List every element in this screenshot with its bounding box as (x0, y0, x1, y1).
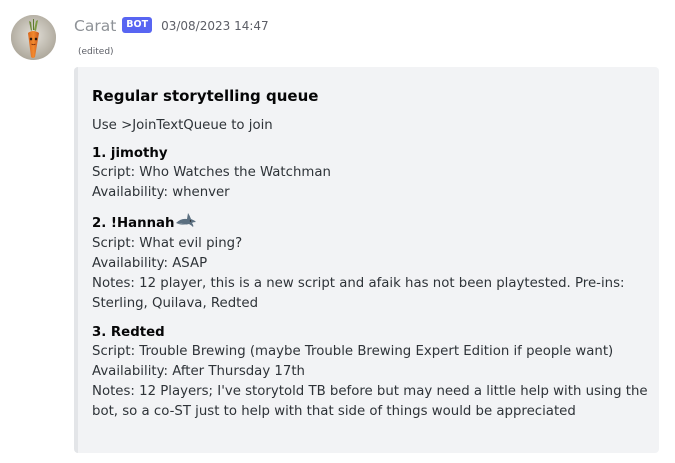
embed-field: 1. jimothy Script: Who Watches the Watch… (92, 144, 645, 203)
carrot-avatar-image (11, 15, 56, 60)
edited-indicator: (edited) (78, 47, 114, 57)
message-header: Carat BOT 03/08/2023 14:47 (74, 15, 269, 37)
embed: Regular storytelling queue Use >JoinText… (74, 67, 659, 453)
field-line: Sterling, Quilava, Redted (92, 296, 259, 311)
field-line: Availability: ASAP (92, 256, 208, 271)
bot-badge: BOT (122, 17, 153, 33)
field-line: Notes: 12 player, this is a new script a… (92, 276, 625, 291)
chat-message: Carat BOT 03/08/2023 14:47 (edited) Regu… (0, 0, 675, 463)
field-line: Script: Who Watches the Watchman (92, 165, 331, 180)
field-line: Script: What evil ping? (92, 236, 243, 251)
field-name: 3. Redted (92, 325, 165, 340)
field-line: Script: Trouble Brewing (maybe Trouble B… (92, 344, 614, 359)
embed-field: 3. Redted Script: Trouble Brewing (maybe… (92, 323, 648, 422)
field-name: 1. jimothy (92, 146, 168, 161)
embed-description: Use >JoinTextQueue to join (92, 118, 273, 133)
field-line: bot, so a co-ST just to help with that s… (92, 404, 576, 419)
embed-field: 2. !Hannah Script: What evil ping? Avail… (92, 212, 645, 314)
field-line: Availability: After Thursday 17th (92, 364, 305, 379)
field-line: Availability: whenver (92, 185, 230, 200)
avatar[interactable] (11, 15, 56, 60)
field-name-with-emoji: 2. !Hannah (92, 212, 645, 234)
embed-title: Regular storytelling queue (92, 87, 319, 105)
timestamp[interactable]: 03/08/2023 14:47 (161, 19, 269, 33)
field-line: Notes: 12 Players; I've storytold TB bef… (92, 384, 648, 399)
shark-emoji-icon[interactable] (175, 212, 197, 234)
username[interactable]: Carat (74, 17, 116, 35)
field-name: 2. !Hannah (92, 215, 175, 231)
